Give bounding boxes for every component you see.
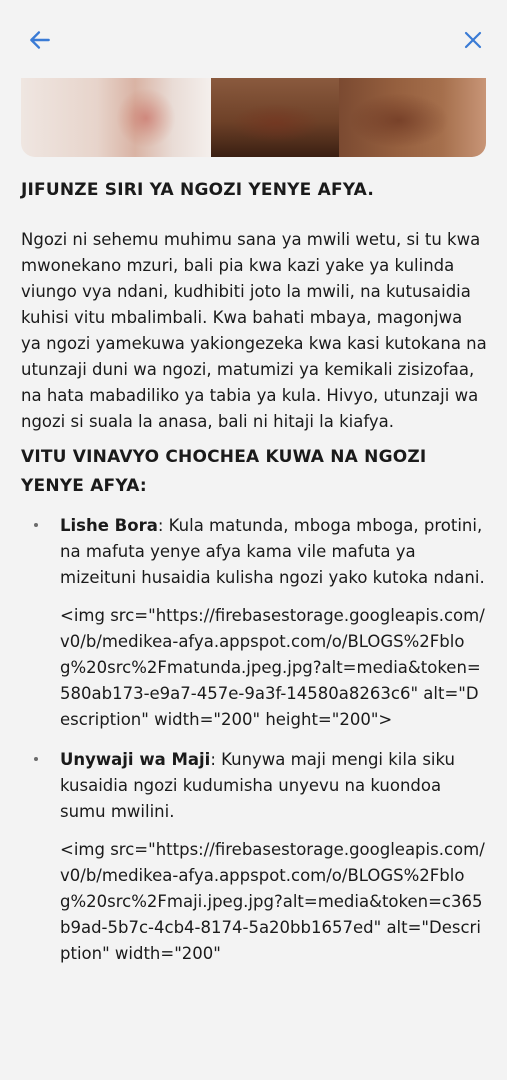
tips-list: Lishe Bora: Kula matunda, mboga mboga, p… — [21, 513, 487, 967]
hero-photo-panel-2 — [211, 78, 339, 157]
list-item-term: Unywaji wa Maji — [60, 750, 211, 769]
bullet-dot — [34, 757, 38, 761]
article-body: JIFUNZE SIRI YA NGOZI YENYE AFYA. Ngozi … — [21, 157, 487, 981]
list-item-text: Lishe Bora: Kula matunda, mboga mboga, p… — [60, 513, 487, 591]
raw-image-code: <img src="https://firebasestorage.google… — [60, 840, 485, 963]
close-icon — [464, 31, 482, 49]
article-intro: Ngozi ni sehemu muhimu sana ya mwili wet… — [21, 230, 487, 431]
list-item-term: Lishe Bora — [60, 516, 158, 535]
back-button[interactable] — [24, 24, 56, 56]
top-app-bar — [0, 0, 507, 78]
arrow-left-icon — [30, 31, 50, 49]
list-item: Lishe Bora: Kula matunda, mboga mboga, p… — [21, 513, 487, 733]
article-title: JIFUNZE SIRI YA NGOZI YENYE AFYA. — [21, 180, 374, 200]
list-item: Unywaji wa Maji: Kunywa maji mengi kila … — [21, 747, 487, 967]
list-item-text: Unywaji wa Maji: Kunywa maji mengi kila … — [60, 747, 487, 825]
hero-image — [21, 78, 486, 157]
section-heading: VITU VINAVYO CHOCHEA KUWA NA NGOZI YENYE… — [21, 447, 427, 496]
bullet-dot — [34, 523, 38, 527]
close-button[interactable] — [457, 24, 489, 56]
raw-image-code: <img src="https://firebasestorage.google… — [60, 606, 485, 729]
hero-photo-panel-1 — [21, 78, 211, 157]
hero-photo-panel-3 — [339, 78, 486, 157]
